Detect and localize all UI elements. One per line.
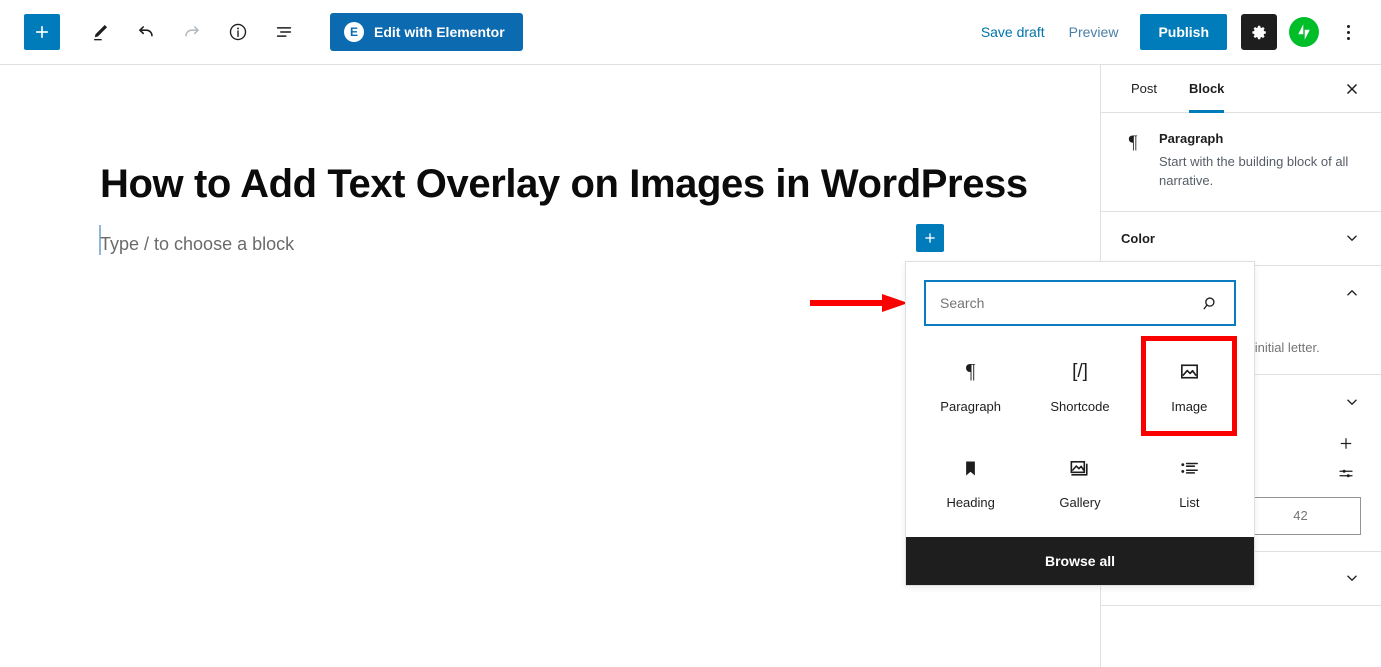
magnifier-icon [1201,294,1234,313]
undo-button[interactable] [128,14,164,50]
redo-icon [185,26,199,37]
jetpack-button[interactable] [1289,17,1319,47]
inserter-block-grid: ¶ Paragraph [/] Shortcode Image Heading … [906,326,1254,537]
paragraph-pilcrow-icon: ¶ [1128,132,1138,153]
inserter-search-field[interactable] [924,280,1236,326]
toolbar-left-group: E Edit with Elementor [0,0,523,64]
plus-icon [36,26,48,38]
font-size-preset-42[interactable]: 42 [1241,498,1360,534]
inserter-block-paragraph[interactable]: ¶ Paragraph [916,338,1025,435]
add-font-size-button[interactable] [1331,429,1361,459]
post-title[interactable]: How to Add Text Overlay on Images in Wor… [100,161,1028,207]
inserter-block-heading[interactable]: Heading [916,435,1025,532]
chevron-down-icon [1343,569,1361,587]
image-icon [1178,359,1201,385]
paragraph-pilcrow-icon: ¶ [965,359,976,384]
inserter-block-image[interactable]: Image [1135,338,1244,435]
inserter-block-shortcode[interactable]: [/] Shortcode [1025,338,1134,435]
inserter-block-label: Gallery [1059,495,1101,511]
settings-sidebar-toggle-button[interactable] [1241,14,1277,50]
close-sidebar-button[interactable] [1337,74,1367,104]
toolbar-right-group: Save draft Preview Publish [969,0,1381,64]
gallery-icon [1068,455,1091,481]
panel-color[interactable]: Color [1101,211,1381,266]
info-icon [229,23,247,41]
inserter-block-gallery[interactable]: Gallery [1025,435,1134,532]
preview-button[interactable]: Preview [1057,16,1131,48]
heading-bookmark-icon [960,455,981,481]
panel-color-label: Color [1121,230,1155,246]
list-view-icon [276,27,292,37]
sliders-icon [1339,469,1353,478]
inserter-block-label: Heading [946,495,995,511]
block-card-description: Start with the building block of all nar… [1159,154,1349,188]
shortcode-brackets-icon: [/] [1072,360,1088,382]
jetpack-icon [1298,24,1310,40]
search-input[interactable] [926,295,1201,311]
inserter-block-label: Shortcode [1050,398,1110,414]
inline-block-inserter-button[interactable] [916,224,944,252]
redo-button[interactable] [174,14,210,50]
plus-icon [1340,438,1352,449]
pencil-icon [94,24,108,41]
inserter-search-area [906,262,1254,326]
block-inserter-popover: ¶ Paragraph [/] Shortcode Image [905,261,1255,586]
details-info-button[interactable] [220,14,256,50]
block-card-title: Paragraph [1159,131,1224,146]
kebab-dot [1346,36,1350,40]
edit-with-elementor-label: Edit with Elementor [374,24,505,40]
annotation-arrow-icon [810,294,908,312]
inserter-block-label: Image [1171,398,1208,414]
tab-block[interactable]: Block [1173,65,1240,113]
sidebar-tablist: Post Block [1101,65,1381,113]
font-size-settings-button[interactable] [1331,459,1361,489]
kebab-dot [1346,30,1350,34]
inserter-block-label: Paragraph [940,398,1002,414]
gear-icon [1251,25,1266,39]
selected-block-card: ¶ Paragraph Start with the building bloc… [1101,113,1381,212]
tab-post[interactable]: Post [1115,65,1173,112]
wordpress-block-editor: E Edit with Elementor Save draft Preview… [0,0,1381,667]
inserter-block-label: List [1179,495,1200,511]
tools-pencil-button[interactable] [82,14,118,50]
publish-button[interactable]: Publish [1140,14,1227,50]
undo-icon [139,26,153,37]
list-view-button[interactable] [266,14,302,50]
elementor-logo-icon: E [344,22,364,42]
chevron-down-icon [1343,229,1361,247]
editor-top-toolbar: E Edit with Elementor Save draft Preview… [0,0,1381,65]
plus-icon [925,233,935,243]
more-options-button[interactable] [1333,14,1363,50]
inserter-block-list[interactable]: List [1135,435,1244,532]
close-icon [1346,83,1358,94]
kebab-dot [1346,24,1350,28]
chevron-down-icon [1343,393,1361,411]
browse-all-button[interactable]: Browse all [906,537,1254,585]
edit-with-elementor-button[interactable]: E Edit with Elementor [330,13,523,51]
block-inserter-toggle-button[interactable] [24,14,60,50]
save-draft-button[interactable]: Save draft [969,16,1057,48]
list-icon [1178,455,1201,481]
paragraph-block-placeholder[interactable]: Type / to choose a block [100,230,294,259]
chevron-up-icon [1343,284,1361,302]
